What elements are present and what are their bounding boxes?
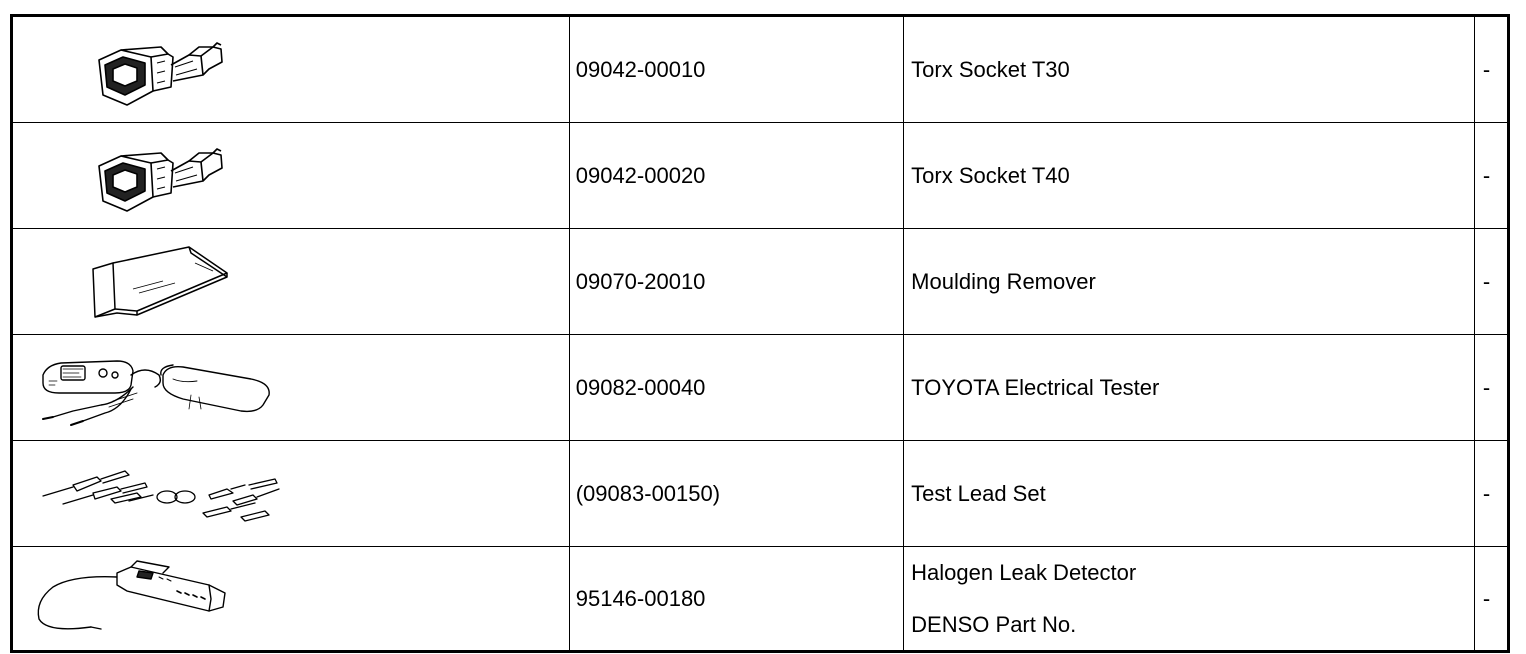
tool-name-line: Test Lead Set: [911, 480, 1046, 506]
tool-illustration-cell: [11, 334, 570, 441]
part-number: 09082-00040: [568, 334, 905, 441]
tool-name: Halogen Leak Detector DENSO Part No.: [903, 546, 1475, 652]
part-number: 09042-00010: [568, 15, 905, 123]
halogen-leak-detector-icon: [37, 560, 226, 630]
torx-socket-icon: [98, 42, 223, 106]
torx-socket-icon: [98, 148, 223, 212]
tool-name: Torx Socket T40: [903, 122, 1475, 229]
special-service-tools-table: 09042-00010 Torx Socket T30 - 09042-0002…: [10, 14, 1510, 653]
test-lead-set-icon: [42, 470, 280, 522]
note: -: [1473, 122, 1510, 229]
note: -: [1473, 440, 1510, 547]
tool-name-line: Torx Socket T40: [911, 162, 1070, 188]
electrical-tester-icon: [42, 360, 270, 426]
moulding-remover-icon: [92, 246, 228, 318]
tool-illustration-cell: [11, 122, 570, 229]
note: -: [1473, 15, 1510, 123]
tool-illustration-cell: [11, 546, 570, 652]
note: -: [1473, 546, 1510, 652]
tool-name-line: Torx Socket T30: [911, 56, 1070, 82]
table-row: 09042-00010 Torx Socket T30 -: [11, 15, 1510, 123]
table-row: (09083-00150) Test Lead Set -: [11, 440, 1510, 547]
tool-name-line: Moulding Remover: [911, 268, 1096, 294]
tool-illustration-cell: [11, 15, 570, 123]
table-row: 09082-00040 TOYOTA Electrical Tester -: [11, 334, 1510, 441]
tool-name: Moulding Remover: [903, 228, 1475, 335]
table-row: 09042-00020 Torx Socket T40 -: [11, 122, 1510, 229]
tool-name: TOYOTA Electrical Tester: [903, 334, 1475, 441]
note: -: [1473, 228, 1510, 335]
part-number: (09083-00150): [568, 440, 905, 547]
tool-illustration-cell: [11, 228, 570, 335]
table-row: 09070-20010 Moulding Remover -: [11, 228, 1510, 335]
table-row: 95146-00180 Halogen Leak Detector DENSO …: [11, 546, 1510, 652]
part-number: 09070-20010: [568, 228, 905, 335]
tool-name-line: Halogen Leak Detector: [911, 559, 1137, 585]
note: -: [1473, 334, 1510, 441]
part-number: 09042-00020: [568, 122, 905, 229]
tool-name-line: TOYOTA Electrical Tester: [911, 374, 1160, 400]
tool-name: Test Lead Set: [903, 440, 1475, 547]
tool-name-line: DENSO Part No.: [911, 611, 1077, 637]
tool-name: Torx Socket T30: [903, 15, 1475, 123]
tool-illustration-cell: [11, 440, 570, 547]
part-number: 95146-00180: [568, 546, 905, 652]
